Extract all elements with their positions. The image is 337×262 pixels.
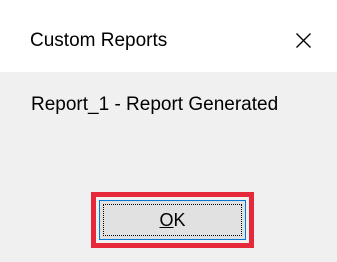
title-bar: Custom Reports [0, 0, 337, 72]
close-button[interactable] [283, 22, 323, 58]
ok-label-rest: K [173, 210, 186, 230]
ok-button[interactable]: OK [99, 200, 246, 240]
close-icon [296, 33, 311, 48]
custom-reports-dialog: Custom Reports Report_1 - Report Generat… [0, 0, 337, 262]
dialog-title: Custom Reports [30, 30, 168, 51]
dialog-message: Report_1 - Report Generated [31, 94, 279, 115]
ok-mnemonic: O [159, 210, 174, 230]
